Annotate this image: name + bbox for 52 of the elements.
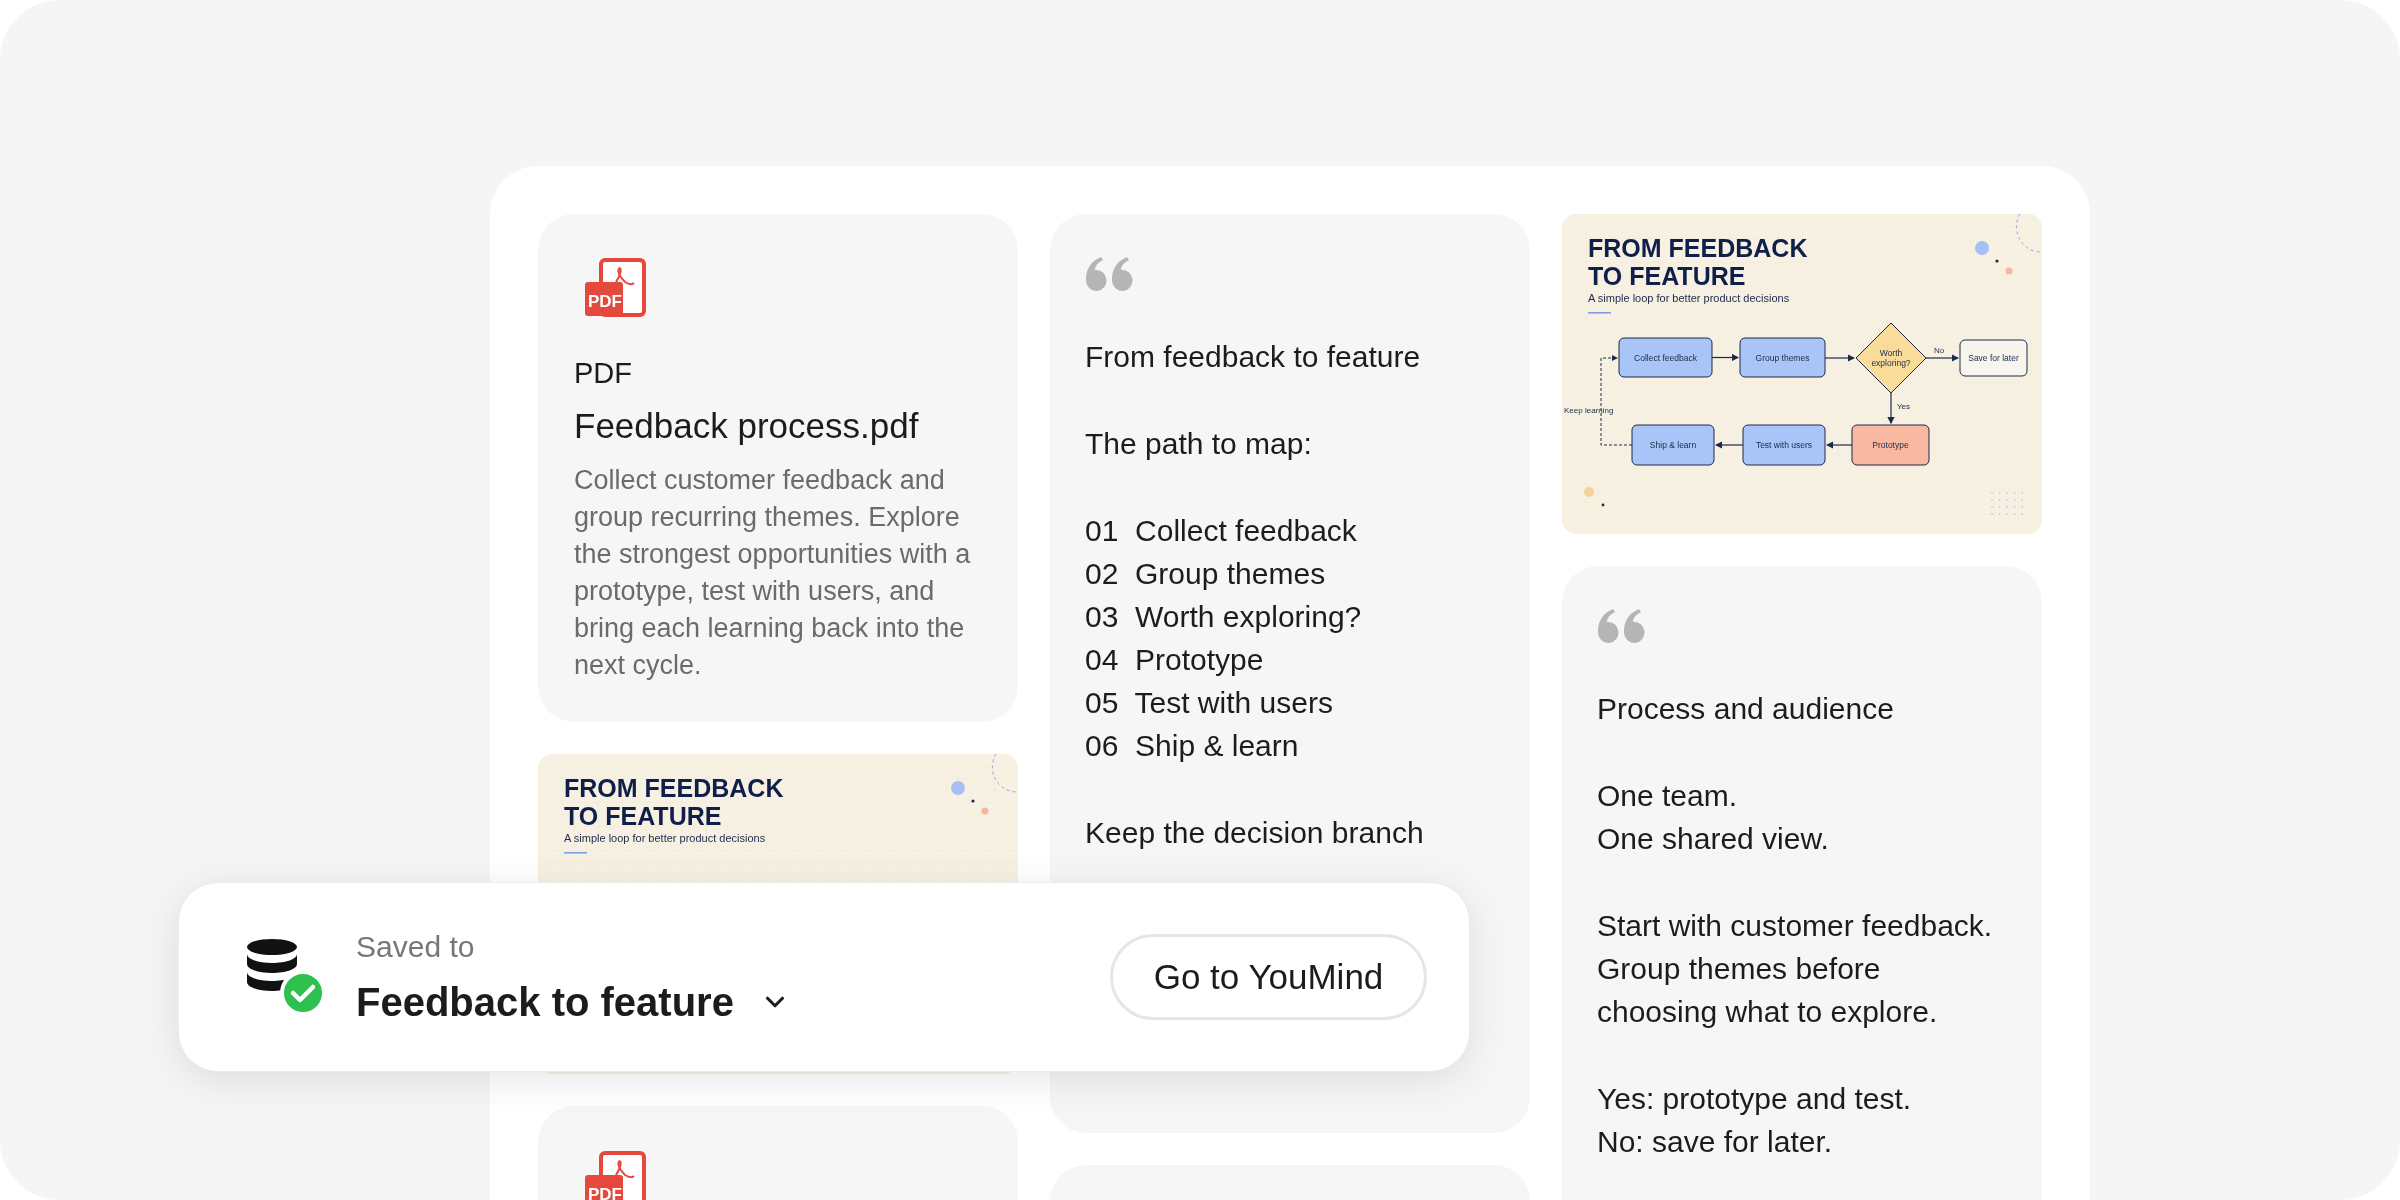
note-card[interactable]: Process and audience One team. One shared view. Start with customer feedback. Group themes before choosing what to explore. Yes: prototype and test. No: save for later. — [1562, 566, 2042, 1200]
note-line: One shared view. — [1597, 821, 1830, 857]
saved-caption: Saved to — [356, 929, 476, 965]
slide-title: TO FEATURE — [1588, 262, 1746, 290]
file-title: Feedback process.pdf — [574, 405, 920, 447]
go-to-youmind-button[interactable]: Go to YouMind — [1110, 934, 1427, 1020]
process-box: Collect feedback — [1618, 337, 1713, 378]
flow-arrow — [1711, 353, 1740, 362]
process-box: Test with users — [1742, 424, 1826, 466]
note-line: From feedback to feature — [1085, 339, 1422, 375]
file-description: Collect customer feedback and group recurring themes. Explore the strongest opportunities with a prototype, test with users, and bring each learning back into the next cycle. — [574, 464, 972, 682]
note-line: 02 Group themes — [1085, 556, 1327, 592]
note-line: The path to map: — [1085, 426, 1313, 462]
process-box: Group themes — [1739, 337, 1826, 378]
note-line: Yes: prototype and test. — [1597, 1081, 1913, 1117]
decision-diamond: Worth exploring? — [1855, 322, 1927, 394]
note-line: 04 Prototype — [1085, 642, 1265, 678]
note-line: 01 Collect feedback — [1085, 513, 1358, 549]
file-type-label: PDF — [574, 356, 633, 390]
process-box: Ship & learn — [1631, 424, 1715, 466]
note-line: Process and audience — [1597, 691, 1895, 727]
accent-rule — [564, 852, 587, 854]
decoration-drawing — [1975, 214, 2042, 275]
slide-title: FROM FEEDBACK — [564, 774, 784, 802]
note-line: 05 Test with users — [1085, 685, 1334, 721]
slide-subtitle: A simple loop for better product decisions — [564, 832, 766, 844]
accent-rule — [1588, 312, 1611, 314]
quote-icon — [1085, 257, 1135, 291]
decoration-drawing — [951, 754, 1018, 815]
slide-title: TO FEATURE — [564, 802, 722, 830]
edge-label: No — [1934, 346, 1945, 355]
flow-arrow — [1714, 441, 1744, 449]
flow-arrow — [1925, 354, 1960, 362]
flow-arrow — [1824, 354, 1856, 362]
note-line: No: save for later. — [1597, 1124, 1834, 1160]
slide-subtitle: A simple loop for better product decisions — [1588, 292, 1790, 304]
destination-selector[interactable]: Feedback to feature — [356, 978, 790, 1026]
process-box: Save for later — [1959, 339, 2028, 377]
slide-title: FROM FEEDBACK — [1588, 234, 1808, 262]
note-line: Keep the decision branch — [1085, 815, 1425, 851]
note-line: 03 Worth exploring? — [1085, 599, 1363, 635]
note-line: One team. — [1597, 778, 1739, 814]
note-line: 06 Ship & learn — [1085, 728, 1300, 764]
note-line: Start with customer feedback. Group themes before choosing what to explore. — [1597, 908, 1994, 1030]
quote-icon — [1597, 609, 1647, 643]
file-card[interactable] — [538, 214, 1018, 722]
file-card[interactable]: PDF — [538, 1106, 1018, 1200]
edge-label: Keep learning — [1564, 406, 1614, 415]
flow-arrow — [1887, 392, 1895, 425]
process-box: Prototype — [1851, 424, 1930, 466]
edge-label: Yes — [1897, 402, 1911, 411]
flow-arrow — [1825, 441, 1853, 449]
